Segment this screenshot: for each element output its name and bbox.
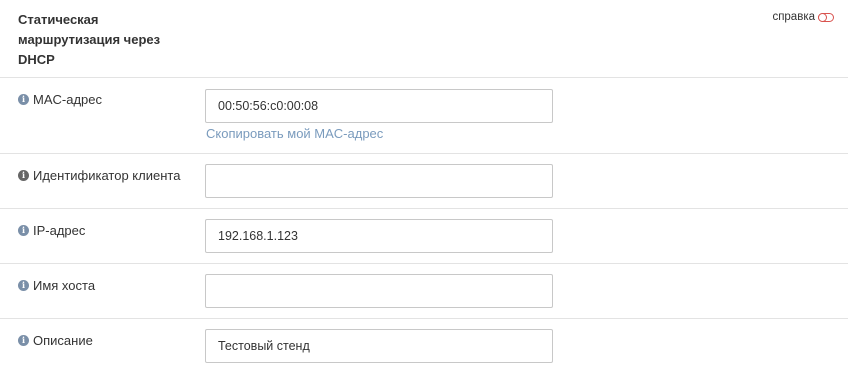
- mac-address-row: i MAC-адрес Скопировать мой MAC-адрес: [0, 78, 848, 154]
- ip-address-label-text: IP-адрес: [33, 223, 86, 238]
- description-label: i Описание: [18, 333, 93, 348]
- client-id-label: i Идентификатор клиента: [18, 168, 180, 183]
- hostname-input[interactable]: [205, 274, 553, 308]
- copy-mac-link[interactable]: Скопировать мой MAC-адрес: [206, 126, 383, 141]
- hostname-label: i Имя хоста: [18, 278, 95, 293]
- ip-address-input[interactable]: [205, 219, 553, 253]
- info-icon[interactable]: i: [18, 280, 29, 291]
- client-id-row: i Идентификатор клиента: [0, 154, 848, 209]
- section-title: Статическая маршрутизация через DHCP: [18, 12, 161, 67]
- ip-address-label: i IP-адрес: [18, 223, 85, 238]
- toggle-icon: [818, 12, 834, 22]
- mac-address-label: i MAC-адрес: [18, 92, 102, 107]
- section-header: Статическая маршрутизация через DHCP спр…: [0, 0, 848, 78]
- info-icon[interactable]: i: [18, 170, 29, 181]
- description-label-text: Описание: [33, 333, 93, 348]
- info-icon[interactable]: i: [18, 335, 29, 346]
- description-row: i Описание: [0, 319, 848, 372]
- mac-address-input[interactable]: [205, 89, 553, 123]
- client-id-label-text: Идентификатор клиента: [33, 168, 181, 183]
- help-toggle[interactable]: справка: [772, 11, 834, 23]
- client-id-input[interactable]: [205, 164, 553, 198]
- hostname-label-text: Имя хоста: [33, 278, 96, 293]
- description-input[interactable]: [205, 329, 553, 363]
- ip-address-row: i IP-адрес: [0, 209, 848, 264]
- toggle-knob: [818, 12, 827, 22]
- info-icon[interactable]: i: [18, 94, 29, 105]
- hostname-row: i Имя хоста: [0, 264, 848, 319]
- mac-address-label-text: MAC-адрес: [33, 92, 102, 107]
- help-label: справка: [772, 11, 815, 23]
- info-icon[interactable]: i: [18, 225, 29, 236]
